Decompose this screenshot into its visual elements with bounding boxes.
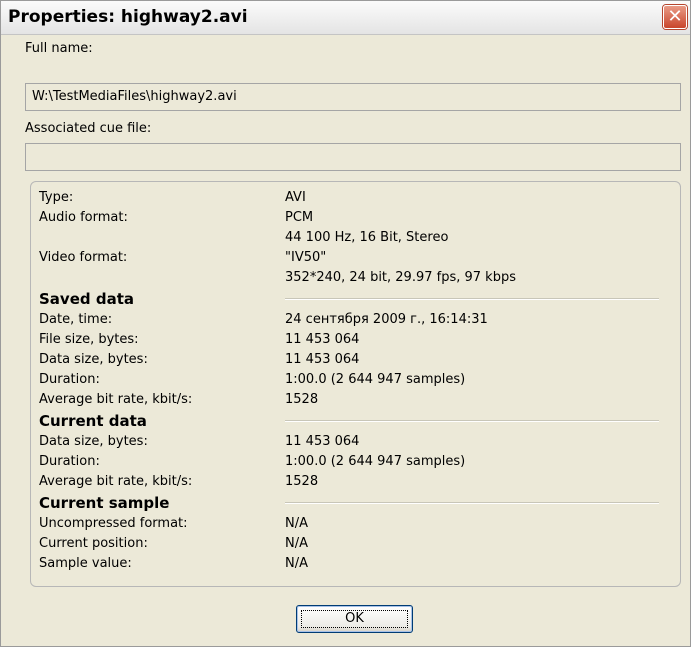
title-bar[interactable]: Properties: highway2.avi ✕ <box>1 1 690 35</box>
current-sample-section: Current sample <box>39 494 669 514</box>
uncompressed-format-key: Uncompressed format: <box>39 516 188 531</box>
saved-file-size-row: File size, bytes: 11 453 064 <box>39 332 669 350</box>
saved-data-section: Saved data <box>39 290 669 310</box>
audio-format-key: Audio format: <box>39 210 128 225</box>
saved-duration-key: Duration: <box>39 372 100 387</box>
uncompressed-format-value: N/A <box>285 516 308 531</box>
properties-dialog: Properties: highway2.avi ✕ Full name: W:… <box>0 0 691 647</box>
video-format-key: Video format: <box>39 250 128 265</box>
current-data-heading: Current data <box>39 412 147 430</box>
current-duration-value: 1:00.0 (2 644 947 samples) <box>285 454 466 469</box>
saved-data-divider <box>285 298 659 300</box>
cue-file-field[interactable] <box>25 143 681 171</box>
current-data-section: Current data <box>39 412 669 432</box>
full-name-label: Full name: <box>25 41 93 56</box>
saved-duration-row: Duration: 1:00.0 (2 644 947 samples) <box>39 372 669 390</box>
saved-file-size-value: 11 453 064 <box>285 332 360 347</box>
window-title: Properties: highway2.avi <box>8 7 248 27</box>
type-value: AVI <box>285 190 306 205</box>
current-sample-heading: Current sample <box>39 494 170 512</box>
current-bitrate-key: Average bit rate, kbit/s: <box>39 474 193 489</box>
video-format-value: "IV50" <box>285 250 327 265</box>
current-bitrate-row: Average bit rate, kbit/s: 1528 <box>39 474 669 492</box>
saved-data-heading: Saved data <box>39 290 134 308</box>
close-icon: ✕ <box>667 6 683 27</box>
saved-bitrate-key: Average bit rate, kbit/s: <box>39 392 193 407</box>
current-data-size-value: 11 453 064 <box>285 434 360 449</box>
sample-value-value: N/A <box>285 556 308 571</box>
sample-value-key: Sample value: <box>39 556 132 571</box>
current-bitrate-value: 1528 <box>285 474 319 489</box>
current-data-divider <box>285 420 659 422</box>
ok-button-label: OK <box>345 611 364 626</box>
current-position-row: Current position: N/A <box>39 536 669 554</box>
type-row: Type: AVI <box>39 190 669 208</box>
current-position-value: N/A <box>285 536 308 551</box>
current-data-size-key: Data size, bytes: <box>39 434 148 449</box>
current-position-key: Current position: <box>39 536 148 551</box>
video-format-detail-row: 352*240, 24 bit, 29.97 fps, 97 kbps <box>39 270 669 288</box>
cue-file-label: Associated cue file: <box>25 121 152 136</box>
sample-value-row: Sample value: N/A <box>39 556 669 574</box>
saved-bitrate-row: Average bit rate, kbit/s: 1528 <box>39 392 669 410</box>
saved-duration-value: 1:00.0 (2 644 947 samples) <box>285 372 466 387</box>
saved-data-size-row: Data size, bytes: 11 453 064 <box>39 352 669 370</box>
uncompressed-format-row: Uncompressed format: N/A <box>39 516 669 534</box>
saved-date-row: Date, time: 24 сентября 2009 г., 16:14:3… <box>39 312 669 330</box>
saved-data-size-value: 11 453 064 <box>285 352 360 367</box>
current-duration-key: Duration: <box>39 454 100 469</box>
video-format-row: Video format: "IV50" <box>39 250 669 268</box>
audio-format-row: Audio format: PCM <box>39 210 669 228</box>
saved-file-size-key: File size, bytes: <box>39 332 139 347</box>
full-name-field[interactable]: W:\TestMediaFiles\highway2.avi <box>25 83 681 111</box>
current-data-size-row: Data size, bytes: 11 453 064 <box>39 434 669 452</box>
video-format-detail: 352*240, 24 bit, 29.97 fps, 97 kbps <box>285 270 516 285</box>
current-sample-divider <box>285 502 659 504</box>
type-key: Type: <box>39 190 74 205</box>
current-duration-row: Duration: 1:00.0 (2 644 947 samples) <box>39 454 669 472</box>
audio-format-value: PCM <box>285 210 314 225</box>
full-name-value: W:\TestMediaFiles\highway2.avi <box>32 89 237 104</box>
audio-format-detail-row: 44 100 Hz, 16 Bit, Stereo <box>39 230 669 248</box>
saved-date-value: 24 сентября 2009 г., 16:14:31 <box>285 312 488 327</box>
audio-format-detail: 44 100 Hz, 16 Bit, Stereo <box>285 230 449 245</box>
ok-button[interactable]: OK <box>296 605 413 633</box>
saved-data-size-key: Data size, bytes: <box>39 352 148 367</box>
close-button[interactable]: ✕ <box>663 5 687 29</box>
saved-bitrate-value: 1528 <box>285 392 319 407</box>
file-info-group: Type: AVI Audio format: PCM 44 100 Hz, 1… <box>30 181 681 587</box>
saved-date-key: Date, time: <box>39 312 113 327</box>
